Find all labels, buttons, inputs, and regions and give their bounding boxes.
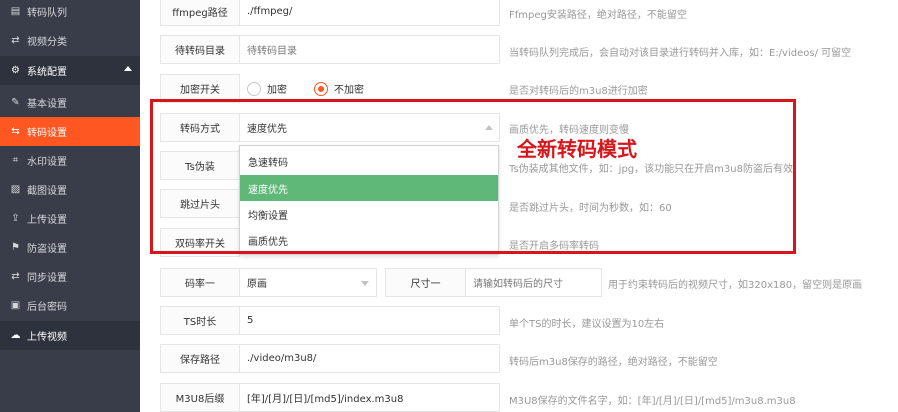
sidebar-item-antileech-settings[interactable]: ⚑ 防盗设置 [0, 233, 140, 262]
gear-icon: ⚙ [11, 65, 20, 76]
exchange-icon: ⇄ [11, 35, 20, 46]
dropdown-option-balanced[interactable]: 均衡设置 [240, 201, 498, 227]
transcode-mode-selected-value: 速度优先 [247, 124, 287, 135]
encrypt-hint: 是否对转码后的m3u8进行加密 [509, 86, 648, 97]
pending-dir-label: 待转码目录 [160, 35, 240, 64]
sidebar-item-transcode-queue[interactable]: ▤ 转码队列 [0, 0, 140, 26]
sidebar-item-upload-video[interactable]: ☁ 上传视频 [0, 321, 140, 350]
transcode-icon: ⇆ [11, 126, 20, 137]
ffmpeg-path-label: ffmpeg路径 [160, 0, 240, 26]
sidebar-item-sync-settings[interactable]: ⇄ 同步设置 [0, 262, 140, 291]
annotation-callout: 全新转码模式 [517, 137, 637, 161]
password-icon: ▣ [10, 300, 21, 311]
sidebar-item-label: 视频分类 [27, 37, 67, 48]
transcode-mode-dropdown: 急速转码 速度优先 均衡设置 画质优先 [239, 145, 499, 255]
sidebar-item-label: 后台密码 [27, 302, 67, 313]
sidebar-item-system-config[interactable]: ⚙ 系统配置 [0, 56, 140, 85]
ts-fake-label: Ts伪装 [160, 151, 240, 180]
ts-fake-hint: Ts伪装成其他文件，如：jpg，该功能只在开启m3u8防盗后有效 [509, 164, 793, 175]
ts-duration-input[interactable]: 5 [239, 306, 500, 335]
size1-input[interactable]: 请输如转码后的尺寸 [465, 268, 602, 297]
image-icon: ▨ [10, 184, 21, 195]
multirate-label: 双码率开关 [160, 228, 240, 257]
cloud-upload-icon: ☁ [10, 330, 21, 341]
dropdown-option-quality[interactable]: 画质优先 [240, 227, 498, 253]
bitrate1-select[interactable]: 原画 [239, 268, 377, 297]
save-path-label: 保存路径 [160, 344, 240, 373]
main-content: ffmpeg路径 ./ffmpeg/ Ffmpeg安装路径，绝对路径，不能留空 … [140, 0, 898, 412]
save-path-input[interactable]: ./video/m3u8/ [239, 344, 500, 373]
radio-circle [247, 81, 261, 96]
sidebar-item-label: 同步设置 [27, 273, 67, 284]
m3u8-suffix-input[interactable]: [年]/[月]/[日]/[md5]/index.m3u8 [239, 383, 500, 412]
size1-label: 尺寸一 [385, 268, 466, 297]
sidebar-item-label: 防盗设置 [27, 244, 67, 255]
sidebar-item-upload-settings[interactable]: ⇪ 上传设置 [0, 204, 140, 233]
save-path-hint: 转码后m3u8保存的路径，绝对路径，不能留空 [509, 357, 718, 368]
list-icon: ▤ [10, 6, 21, 17]
transcode-mode-select[interactable]: 速度优先 [239, 113, 500, 142]
sidebar-item-label: 截图设置 [27, 186, 67, 197]
encrypt-on-radio[interactable]: 加密 [247, 81, 287, 96]
transcode-mode-label: 转码方式 [160, 113, 240, 142]
sidebar-item-video-category[interactable]: ⇄ 视频分类 [0, 26, 140, 55]
sidebar-item-label: 上传设置 [27, 215, 67, 226]
sidebar-item-label: 系统配置 [27, 67, 67, 78]
sidebar-item-label: 水印设置 [27, 157, 67, 168]
sidebar-item-label: 上传视频 [27, 332, 67, 343]
bitrate1-label: 码率一 [160, 268, 240, 297]
flag-icon: ⚑ [11, 242, 20, 253]
multirate-hint: 是否开启多码率转码 [509, 241, 599, 252]
skip-intro-label: 跳过片头 [160, 189, 240, 218]
chevron-up-icon [124, 66, 132, 71]
sidebar-item-label: 转码队列 [27, 8, 67, 19]
m3u8-suffix-label: M3U8后缀 [160, 383, 240, 412]
edit-icon: ✎ [11, 97, 20, 108]
chevron-up-icon [485, 125, 493, 130]
skip-intro-hint: 是否跳过片头，时间为秒数，如：60 [509, 203, 672, 214]
sidebar-item-watermark-settings[interactable]: ⌗ 水印设置 [0, 146, 140, 175]
radio-circle-checked [314, 81, 328, 96]
encrypt-off-radio[interactable]: 不加密 [314, 81, 364, 96]
sidebar: ▤ 转码队列 ⇄ 视频分类 ⚙ 系统配置 ✎ 基本设置 ⇆ 转码设置 ⌗ 水印设… [0, 0, 140, 412]
m3u8-suffix-hint: M3U8保存的文件名字，如：[年]/[月]/[日]/[md5]/m3u8.m3u… [509, 396, 796, 407]
ts-duration-label: TS时长 [160, 306, 240, 335]
ts-duration-hint: 单个TS的时长，建议设置为10左右 [509, 319, 665, 330]
bitrate1-hint: 用于约束转码后的视频尺寸，如320x180，留空则是原画 [608, 280, 863, 291]
sidebar-item-admin-password[interactable]: ▣ 后台密码 [0, 291, 140, 320]
sidebar-item-label: 转码设置 [27, 128, 67, 139]
sync-icon: ⇄ [11, 271, 20, 282]
upload-icon: ⇪ [11, 213, 20, 224]
sidebar-item-transcode-settings[interactable]: ⇆ 转码设置 [0, 117, 140, 146]
bitrate1-selected-value: 原画 [247, 279, 267, 290]
pending-dir-hint: 当转码队列完成后，会自动对该目录进行转码并入库，如：E:/videos/ 可留空 [509, 48, 852, 59]
chevron-down-icon [361, 281, 369, 286]
dropdown-option-fast[interactable]: 急速转码 [240, 148, 498, 174]
sidebar-item-basic-settings[interactable]: ✎ 基本设置 [0, 88, 140, 117]
crop-icon: ⌗ [12, 155, 19, 166]
sidebar-item-screenshot-settings[interactable]: ▨ 截图设置 [0, 175, 140, 204]
pending-dir-input[interactable]: 待转码目录 [239, 35, 500, 64]
encrypt-label: 加密开关 [160, 74, 240, 103]
dropdown-option-speed[interactable]: 速度优先 [240, 175, 498, 201]
sidebar-item-label: 基本设置 [27, 99, 67, 110]
ffmpeg-path-input[interactable]: ./ffmpeg/ [239, 0, 500, 26]
radio-label: 不加密 [334, 85, 364, 96]
ffmpeg-path-hint: Ffmpeg安装路径，绝对路径，不能留空 [509, 10, 687, 21]
radio-label: 加密 [267, 85, 287, 96]
